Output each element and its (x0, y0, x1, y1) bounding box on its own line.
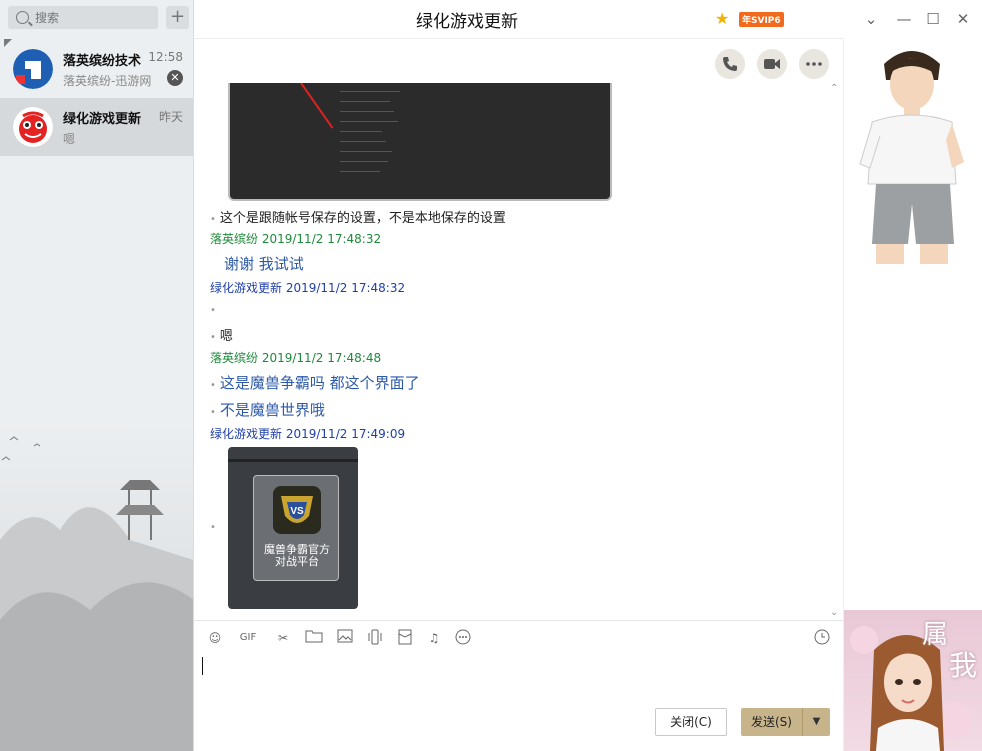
message-sender: 落英缤纷 2019/11/2 17:48:48 (210, 351, 382, 365)
message-text: • 不是魔兽世界哦 (210, 401, 325, 419)
app-card-label: 魔兽争霸官方 对战平台 (264, 543, 330, 568)
image-icon[interactable] (335, 629, 355, 647)
history-clock-icon[interactable] (812, 629, 832, 647)
conversation-item-active[interactable]: 绿化游戏更新 嗯 昨天 (0, 98, 193, 156)
svg-text:VS: VS (290, 506, 304, 517)
message-text: • 这个是跟随帐号保存的设置，不是本地保存的设置 (210, 211, 506, 226)
avatar (13, 49, 53, 89)
message-empty: • (210, 305, 216, 316)
star-icon: ★ (715, 9, 730, 28)
message-text: • 这是魔兽争霸吗 都这个界面了 (210, 374, 420, 392)
window-title: 绿化游戏更新 (416, 12, 518, 32)
message-sender: 绿化游戏更新 2019/11/2 17:49:09 (210, 427, 406, 441)
message-text: • 嗯 (210, 329, 233, 344)
chat-history[interactable]: ⌃ ⌄ • 这个是跟随帐号保存的设置，不是本地保存的设置 落英缤纷 2019/11… (194, 38, 843, 620)
red-packet-icon[interactable] (395, 629, 415, 647)
banner-text: 我 (949, 649, 978, 682)
video-icon[interactable] (757, 49, 787, 79)
show-panel: 属 我 (843, 38, 982, 751)
ink-landscape-background (0, 420, 193, 751)
search-input[interactable] (35, 10, 145, 25)
min-icon[interactable]: — (893, 8, 915, 30)
message-sender: 落英缤纷 2019/11/2 17:48:32 (210, 232, 382, 246)
emoji-icon[interactable]: ☺ (205, 629, 225, 647)
close-icon[interactable]: ✕ (167, 69, 183, 86)
plus-icon[interactable]: + (166, 6, 189, 29)
gif-icon[interactable]: GIF (236, 629, 260, 647)
shake-icon[interactable] (365, 629, 385, 647)
more-icon[interactable] (799, 49, 829, 79)
scroll-up-icon[interactable]: ⌃ (830, 83, 838, 94)
close-button[interactable]: 关闭(C) (655, 708, 727, 736)
message-sender: 绿化游戏更新 2019/11/2 17:48:32 (210, 281, 406, 295)
scissors-icon[interactable]: ✂ (273, 629, 293, 647)
conversation-time: 昨天 (158, 109, 183, 124)
music-icon[interactable]: ♫ (424, 629, 444, 647)
message-input[interactable] (202, 657, 203, 675)
send-button-label[interactable]: 发送(S) (741, 708, 803, 736)
folder-icon[interactable] (304, 629, 324, 647)
chevron-down-icon[interactable]: ▼ (803, 708, 830, 736)
conversation-item[interactable]: 落英缤纷技术 落英缤纷-迅游网 12:58 ✕ (0, 40, 193, 98)
app-card[interactable]: VS 魔兽争霸官方 对战平台 (253, 475, 339, 581)
female-avatar-banner: 属 我 (844, 610, 982, 751)
male-avatar-figure (859, 51, 964, 264)
message-bullet: • (210, 522, 216, 533)
conversation-preview: 落英缤纷-迅游网 (63, 73, 152, 88)
send-button[interactable]: 发送(S) ▼ (741, 708, 830, 736)
search-box[interactable] (8, 6, 158, 29)
message-text: 谢谢 我试试 (224, 255, 304, 273)
minimize-chevron-icon[interactable]: ⌄ (860, 8, 882, 30)
search-icon (16, 11, 29, 24)
conversation-preview: 嗯 (63, 131, 76, 146)
shared-app-card[interactable]: VS 魔兽争霸官方 对战平台 (228, 447, 358, 609)
vip-badge: 年SVIP6 (739, 12, 784, 27)
sidebar: + 落英缤纷技术 落英缤纷-迅游网 12:58 ✕ (0, 0, 194, 751)
max-icon[interactable]: ☐ (922, 8, 944, 30)
phone-icon[interactable] (715, 49, 745, 79)
conversation-name: 绿化游戏更新 (63, 111, 142, 127)
title-bar: 绿化游戏更新 ★ 年SVIP6 ⌄ — ☐ ✕ (194, 0, 982, 38)
more-options-icon[interactable] (453, 629, 473, 647)
banner-text: 属 (922, 620, 949, 650)
avatar (13, 107, 53, 147)
warcraft-logo-icon: VS (273, 486, 321, 534)
composer: ☺ GIF ✂ ♫ 关闭(C) 发送(S) ▼ (194, 620, 843, 751)
conversation-name: 落英缤纷技术 (63, 53, 142, 69)
screenshot-image[interactable] (228, 83, 612, 201)
conversation-time: 12:58 (148, 49, 183, 64)
close-icon[interactable]: ✕ (952, 8, 974, 30)
scroll-down-icon[interactable]: ⌄ (830, 607, 838, 618)
